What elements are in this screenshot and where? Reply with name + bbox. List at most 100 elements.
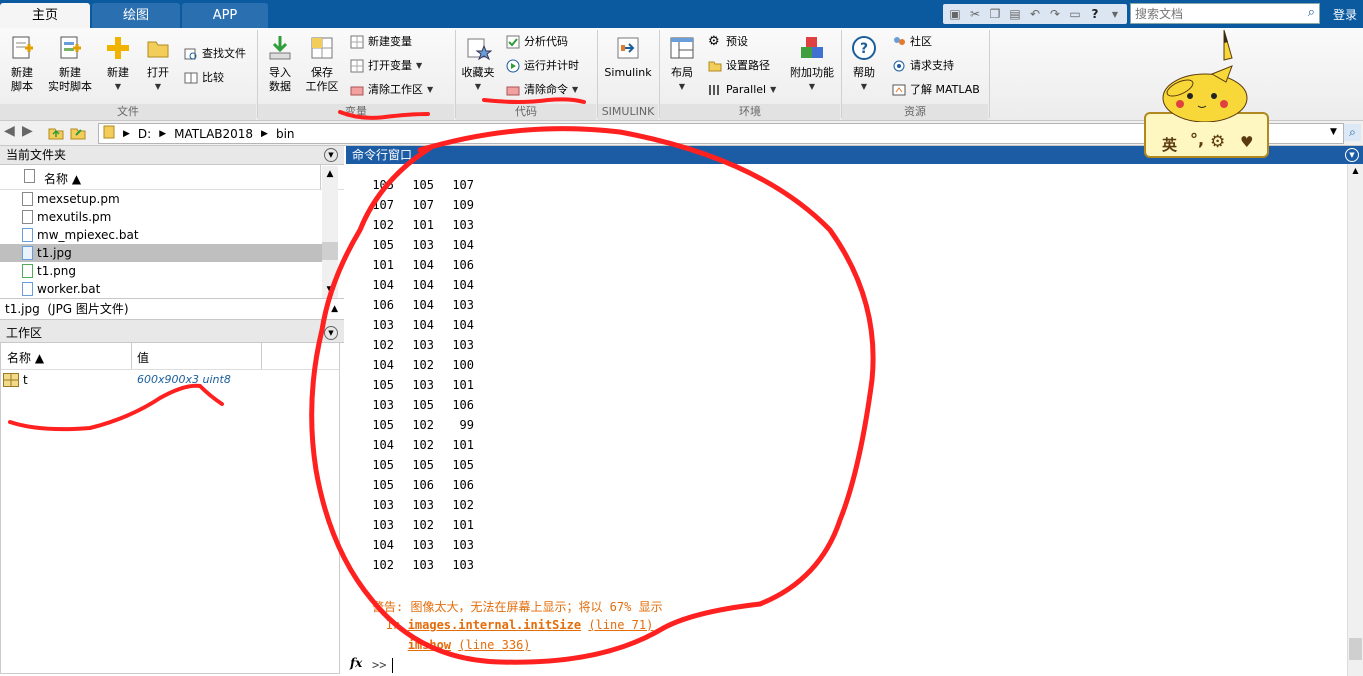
grid-plus-icon: [350, 35, 364, 49]
save-icon[interactable]: ▣: [946, 5, 964, 23]
current-folder-label: 当前文件夹: [6, 148, 67, 162]
new-live-script-label-2: 实时脚本: [48, 80, 92, 93]
list-item[interactable]: worker.bat: [0, 280, 344, 298]
fx-icon[interactable]: fx: [350, 656, 362, 670]
list-item[interactable]: mexutils.pm: [0, 208, 344, 226]
browse-folder-icon[interactable]: [70, 125, 86, 144]
set-path-button[interactable]: 设置路径: [708, 56, 770, 76]
command-window-label: 命令行窗口: [352, 148, 413, 162]
chevron-down-icon[interactable]: ▼: [1106, 5, 1124, 23]
help-button[interactable]: ? 帮助 ▼: [846, 32, 882, 94]
request-support-button[interactable]: 请求支持: [892, 56, 954, 76]
scrollbar[interactable]: ▲ ▼: [322, 166, 338, 298]
forward-arrow-icon[interactable]: ▶: [22, 123, 33, 139]
import-data-button[interactable]: 导入 数据: [262, 32, 298, 94]
file-detail-bar[interactable]: t1.jpg (JPG 图片文件) ▲: [0, 298, 344, 320]
scroll-thumb[interactable]: [1349, 638, 1362, 660]
login-link[interactable]: 登录: [1333, 6, 1357, 23]
tab-apps[interactable]: APP: [182, 3, 268, 28]
panel-menu-icon[interactable]: ▼: [324, 326, 338, 340]
scroll-thumb[interactable]: [322, 242, 338, 260]
trace-function-link[interactable]: images.internal.initSize: [408, 618, 581, 632]
trace-line-link[interactable]: (line 336): [458, 638, 530, 652]
current-folder-title: 当前文件夹 ▼: [0, 146, 344, 165]
gear-icon: ⚙: [1210, 132, 1226, 152]
expand-icon[interactable]: ▲: [331, 299, 338, 319]
compare-button[interactable]: 比较: [184, 68, 224, 88]
clear-commands-button[interactable]: 清除命令 ▼: [506, 80, 578, 100]
value-column-header[interactable]: 值: [137, 349, 149, 366]
chevron-down-icon: ▼: [474, 82, 482, 91]
switch-window-icon[interactable]: ▭: [1066, 5, 1084, 23]
cut-icon[interactable]: ✂: [966, 5, 984, 23]
run-and-time-button[interactable]: 运行并计时: [506, 56, 579, 76]
favorites-button[interactable]: 收藏夹 ▼: [460, 32, 496, 94]
trace-function-link[interactable]: imshow: [408, 638, 451, 652]
table-row[interactable]: t 600x900x3 uint8: [1, 370, 339, 390]
undo-icon[interactable]: ↶: [1026, 5, 1044, 23]
trace-line-2: imshow (line 336): [386, 638, 531, 652]
search-icon[interactable]: ⌕: [1308, 5, 1315, 20]
simulink-button[interactable]: Simulink: [602, 32, 654, 80]
help-icon[interactable]: ?: [1086, 5, 1104, 23]
parallel-button[interactable]: Parallel ▼: [708, 80, 776, 100]
clear-workspace-button[interactable]: 清除工作区 ▼: [350, 80, 433, 100]
list-item[interactable]: mexsetup.pm: [0, 190, 344, 208]
path-segment[interactable]: D:: [138, 127, 151, 141]
output-row: 101 104 106: [354, 258, 474, 272]
path-segment[interactable]: MATLAB2018: [174, 127, 253, 141]
open-button[interactable]: 打开 ▼: [140, 32, 176, 94]
workspace-label: 工作区: [6, 326, 43, 340]
new-button[interactable]: 新建 ▼: [100, 32, 136, 94]
panel-menu-icon[interactable]: ▼: [324, 148, 338, 162]
output-cell: 104: [372, 538, 394, 552]
layout-icon: [668, 34, 696, 62]
list-item[interactable]: t1.png: [0, 262, 344, 280]
name-column-header[interactable]: 名称 ▲: [7, 349, 44, 366]
output-cell: 100: [452, 358, 474, 372]
new-live-script-icon: [56, 34, 84, 62]
add-ons-button[interactable]: 附加功能 ▼: [786, 32, 838, 94]
new-variable-button[interactable]: 新建变量: [350, 32, 412, 52]
back-arrow-icon[interactable]: ◀: [4, 123, 15, 139]
new-script-button[interactable]: 新建 脚本: [4, 32, 40, 94]
scroll-up-icon[interactable]: ▲: [1348, 164, 1363, 178]
search-input[interactable]: [1131, 4, 1299, 23]
new-script-label-1: 新建: [11, 66, 33, 79]
paste-icon[interactable]: ▤: [1006, 5, 1024, 23]
scroll-up-icon[interactable]: ▲: [322, 166, 338, 182]
layout-button[interactable]: 布局 ▼: [664, 32, 700, 94]
redo-icon[interactable]: ↷: [1046, 5, 1064, 23]
search-box[interactable]: ⌕: [1130, 3, 1320, 24]
plus-icon: [104, 34, 132, 62]
community-button[interactable]: 社区: [892, 32, 932, 52]
up-folder-icon[interactable]: [48, 125, 64, 144]
scroll-down-icon[interactable]: ▼: [322, 282, 338, 298]
tab-home[interactable]: 主页: [0, 3, 90, 28]
list-item[interactable]: mw_mpiexec.bat: [0, 226, 344, 244]
learn-matlab-button[interactable]: 了解 MATLAB: [892, 80, 980, 100]
output-cell: 103: [412, 538, 434, 552]
panel-menu-icon[interactable]: ▼: [1345, 148, 1359, 162]
path-segment[interactable]: bin: [276, 127, 295, 141]
open-variable-button[interactable]: 打开变量 ▼: [350, 56, 422, 76]
tab-bar: 主页 绘图 APP ▣ ✂ ❐ ▤ ↶ ↷ ▭ ? ▼ ⌕ 登录: [0, 0, 1363, 28]
help-icon: ?: [850, 34, 878, 62]
scrollbar[interactable]: ▲: [1347, 164, 1363, 676]
search-icon[interactable]: ⌕: [1344, 124, 1361, 141]
copy-icon[interactable]: ❐: [986, 5, 1004, 23]
trace-line-link[interactable]: (line 71): [588, 618, 653, 632]
name-column-header[interactable]: 名称 ▲: [44, 170, 81, 187]
command-output[interactable]: 105105107 105105107107107109102101103105…: [346, 164, 1346, 676]
new-live-script-button[interactable]: 新建 实时脚本: [44, 32, 96, 94]
find-files-button[interactable]: 查找文件: [184, 44, 246, 64]
preferences-button[interactable]: ⚙ 预设: [708, 32, 748, 52]
analyze-code-button[interactable]: 分析代码: [506, 32, 568, 52]
list-item[interactable]: t1.jpg: [0, 244, 322, 262]
chevron-down-icon[interactable]: ▼: [1330, 127, 1337, 137]
image-file-icon: [22, 246, 33, 260]
output-cell: 104: [412, 298, 434, 312]
folder-icon: [144, 34, 172, 62]
tab-plots[interactable]: 绘图: [92, 3, 180, 28]
save-workspace-button[interactable]: 保存 工作区: [302, 32, 342, 94]
